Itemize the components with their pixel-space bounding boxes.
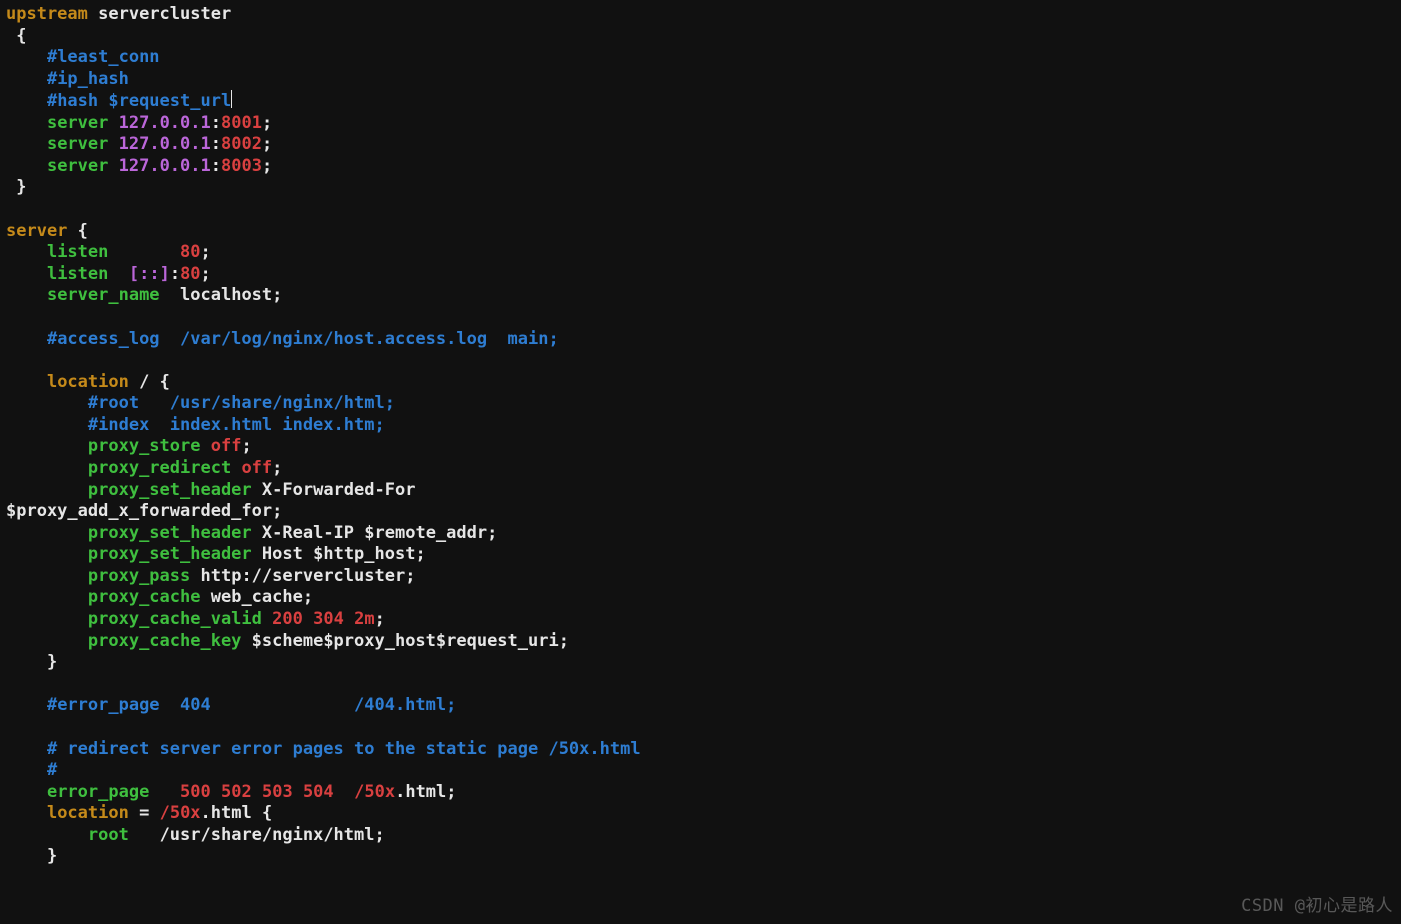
hdr-host: Host	[262, 544, 303, 564]
path-50x: /50x	[160, 803, 201, 823]
ext-html: .html;	[395, 782, 456, 802]
var-scheme-key: $scheme$proxy_host$request_uri	[252, 631, 559, 651]
comment-hash-req: #hash $request_url	[47, 91, 231, 111]
upstream-name: servercluster	[98, 4, 231, 24]
val-200: 200	[272, 609, 303, 629]
comment-redirect: # redirect server error pages to the sta…	[47, 739, 641, 759]
semi: ;	[201, 242, 211, 262]
comment-error-page: #error_page 404 /404.html;	[47, 695, 456, 715]
brace: }	[16, 177, 26, 197]
colon: :	[211, 134, 221, 154]
semi: ;	[272, 501, 282, 521]
semi: ;	[201, 264, 211, 284]
brace: {	[16, 26, 26, 46]
colon: :	[170, 264, 180, 284]
semi: ;	[262, 134, 272, 154]
ip: 127.0.0.1	[119, 156, 211, 176]
hdr-xff: X-Forwarded-For	[262, 480, 416, 500]
semi: ;	[241, 436, 251, 456]
semi: ;	[375, 609, 385, 629]
code-503: 503	[262, 782, 293, 802]
kw-proxy-cache: proxy_cache	[88, 587, 201, 607]
semi: ;	[559, 631, 569, 651]
comment-access-log: #access_log /var/log/nginx/host.access.l…	[47, 329, 559, 349]
eq: =	[139, 803, 149, 823]
brace: {	[160, 372, 170, 392]
kw-proxy-set-header: proxy_set_header	[88, 544, 252, 564]
val-2m: 2m	[354, 609, 374, 629]
kw-proxy-pass: proxy_pass	[88, 566, 190, 586]
code-502: 502	[221, 782, 252, 802]
semi: ;	[487, 523, 497, 543]
val-localhost: localhost;	[180, 285, 282, 305]
kw-server: server	[47, 134, 108, 154]
comment-ip-hash: #ip_hash	[47, 69, 129, 89]
kw-proxy-redirect: proxy_redirect	[88, 458, 231, 478]
ip: 127.0.0.1	[119, 134, 211, 154]
kw-location: location	[47, 372, 129, 392]
kw-server: server	[6, 221, 67, 241]
ext-html-brace: .html {	[201, 803, 273, 823]
cursor	[231, 90, 232, 108]
comment-hash: #	[47, 760, 57, 780]
nginx-config: upstream servercluster { #least_conn #ip…	[0, 0, 1401, 872]
kw-proxy-cache-key: proxy_cache_key	[88, 631, 242, 651]
kw-server-name: server_name	[47, 285, 160, 305]
semi: ;	[262, 156, 272, 176]
hdr-x-real-ip: X-Real-IP	[262, 523, 354, 543]
ipv6: [::]	[129, 264, 170, 284]
var-remote-addr: $remote_addr	[364, 523, 487, 543]
val-off: off	[241, 458, 272, 478]
brace: {	[78, 221, 88, 241]
kw-server: server	[47, 156, 108, 176]
port-8002: 8002	[221, 134, 262, 154]
val-304: 304	[313, 609, 344, 629]
kw-root: root	[88, 825, 129, 845]
port-8003: 8003	[221, 156, 262, 176]
port-80: 80	[180, 242, 200, 262]
code-500: 500	[180, 782, 211, 802]
comment-root: #root /usr/share/nginx/html;	[88, 393, 395, 413]
code-504: 504	[303, 782, 334, 802]
path-50x: /50x	[354, 782, 395, 802]
val-web-cache: web_cache;	[211, 587, 313, 607]
kw-upstream: upstream	[6, 4, 88, 24]
kw-server: server	[47, 113, 108, 133]
path-root: /usr/share/nginx/html;	[160, 825, 385, 845]
kw-proxy-cache-valid: proxy_cache_valid	[88, 609, 262, 629]
kw-error-page: error_page	[47, 782, 149, 802]
var-http-host: $http_host	[313, 544, 415, 564]
kw-proxy-set-header: proxy_set_header	[88, 523, 252, 543]
kw-proxy-store: proxy_store	[88, 436, 201, 456]
port-80: 80	[180, 264, 200, 284]
colon: :	[211, 156, 221, 176]
kw-listen: listen	[47, 264, 108, 284]
comment-index: #index index.html index.htm;	[88, 415, 385, 435]
watermark: CSDN @初心是路人	[1241, 896, 1393, 918]
ip: 127.0.0.1	[119, 113, 211, 133]
semi: ;	[272, 458, 282, 478]
comment-least-conn: #least_conn	[47, 47, 160, 67]
kw-proxy-set-header: proxy_set_header	[88, 480, 252, 500]
colon: :	[211, 113, 221, 133]
brace: }	[47, 846, 57, 866]
kw-listen: listen	[47, 242, 108, 262]
url-servercluster: http://servercluster;	[201, 566, 416, 586]
val-off: off	[211, 436, 242, 456]
path-slash: /	[139, 372, 149, 392]
semi: ;	[262, 113, 272, 133]
kw-location: location	[47, 803, 129, 823]
brace: }	[47, 652, 57, 672]
port-8001: 8001	[221, 113, 262, 133]
semi: ;	[415, 544, 425, 564]
var-proxy-add-xff: $proxy_add_x_forwarded_for	[6, 501, 272, 521]
